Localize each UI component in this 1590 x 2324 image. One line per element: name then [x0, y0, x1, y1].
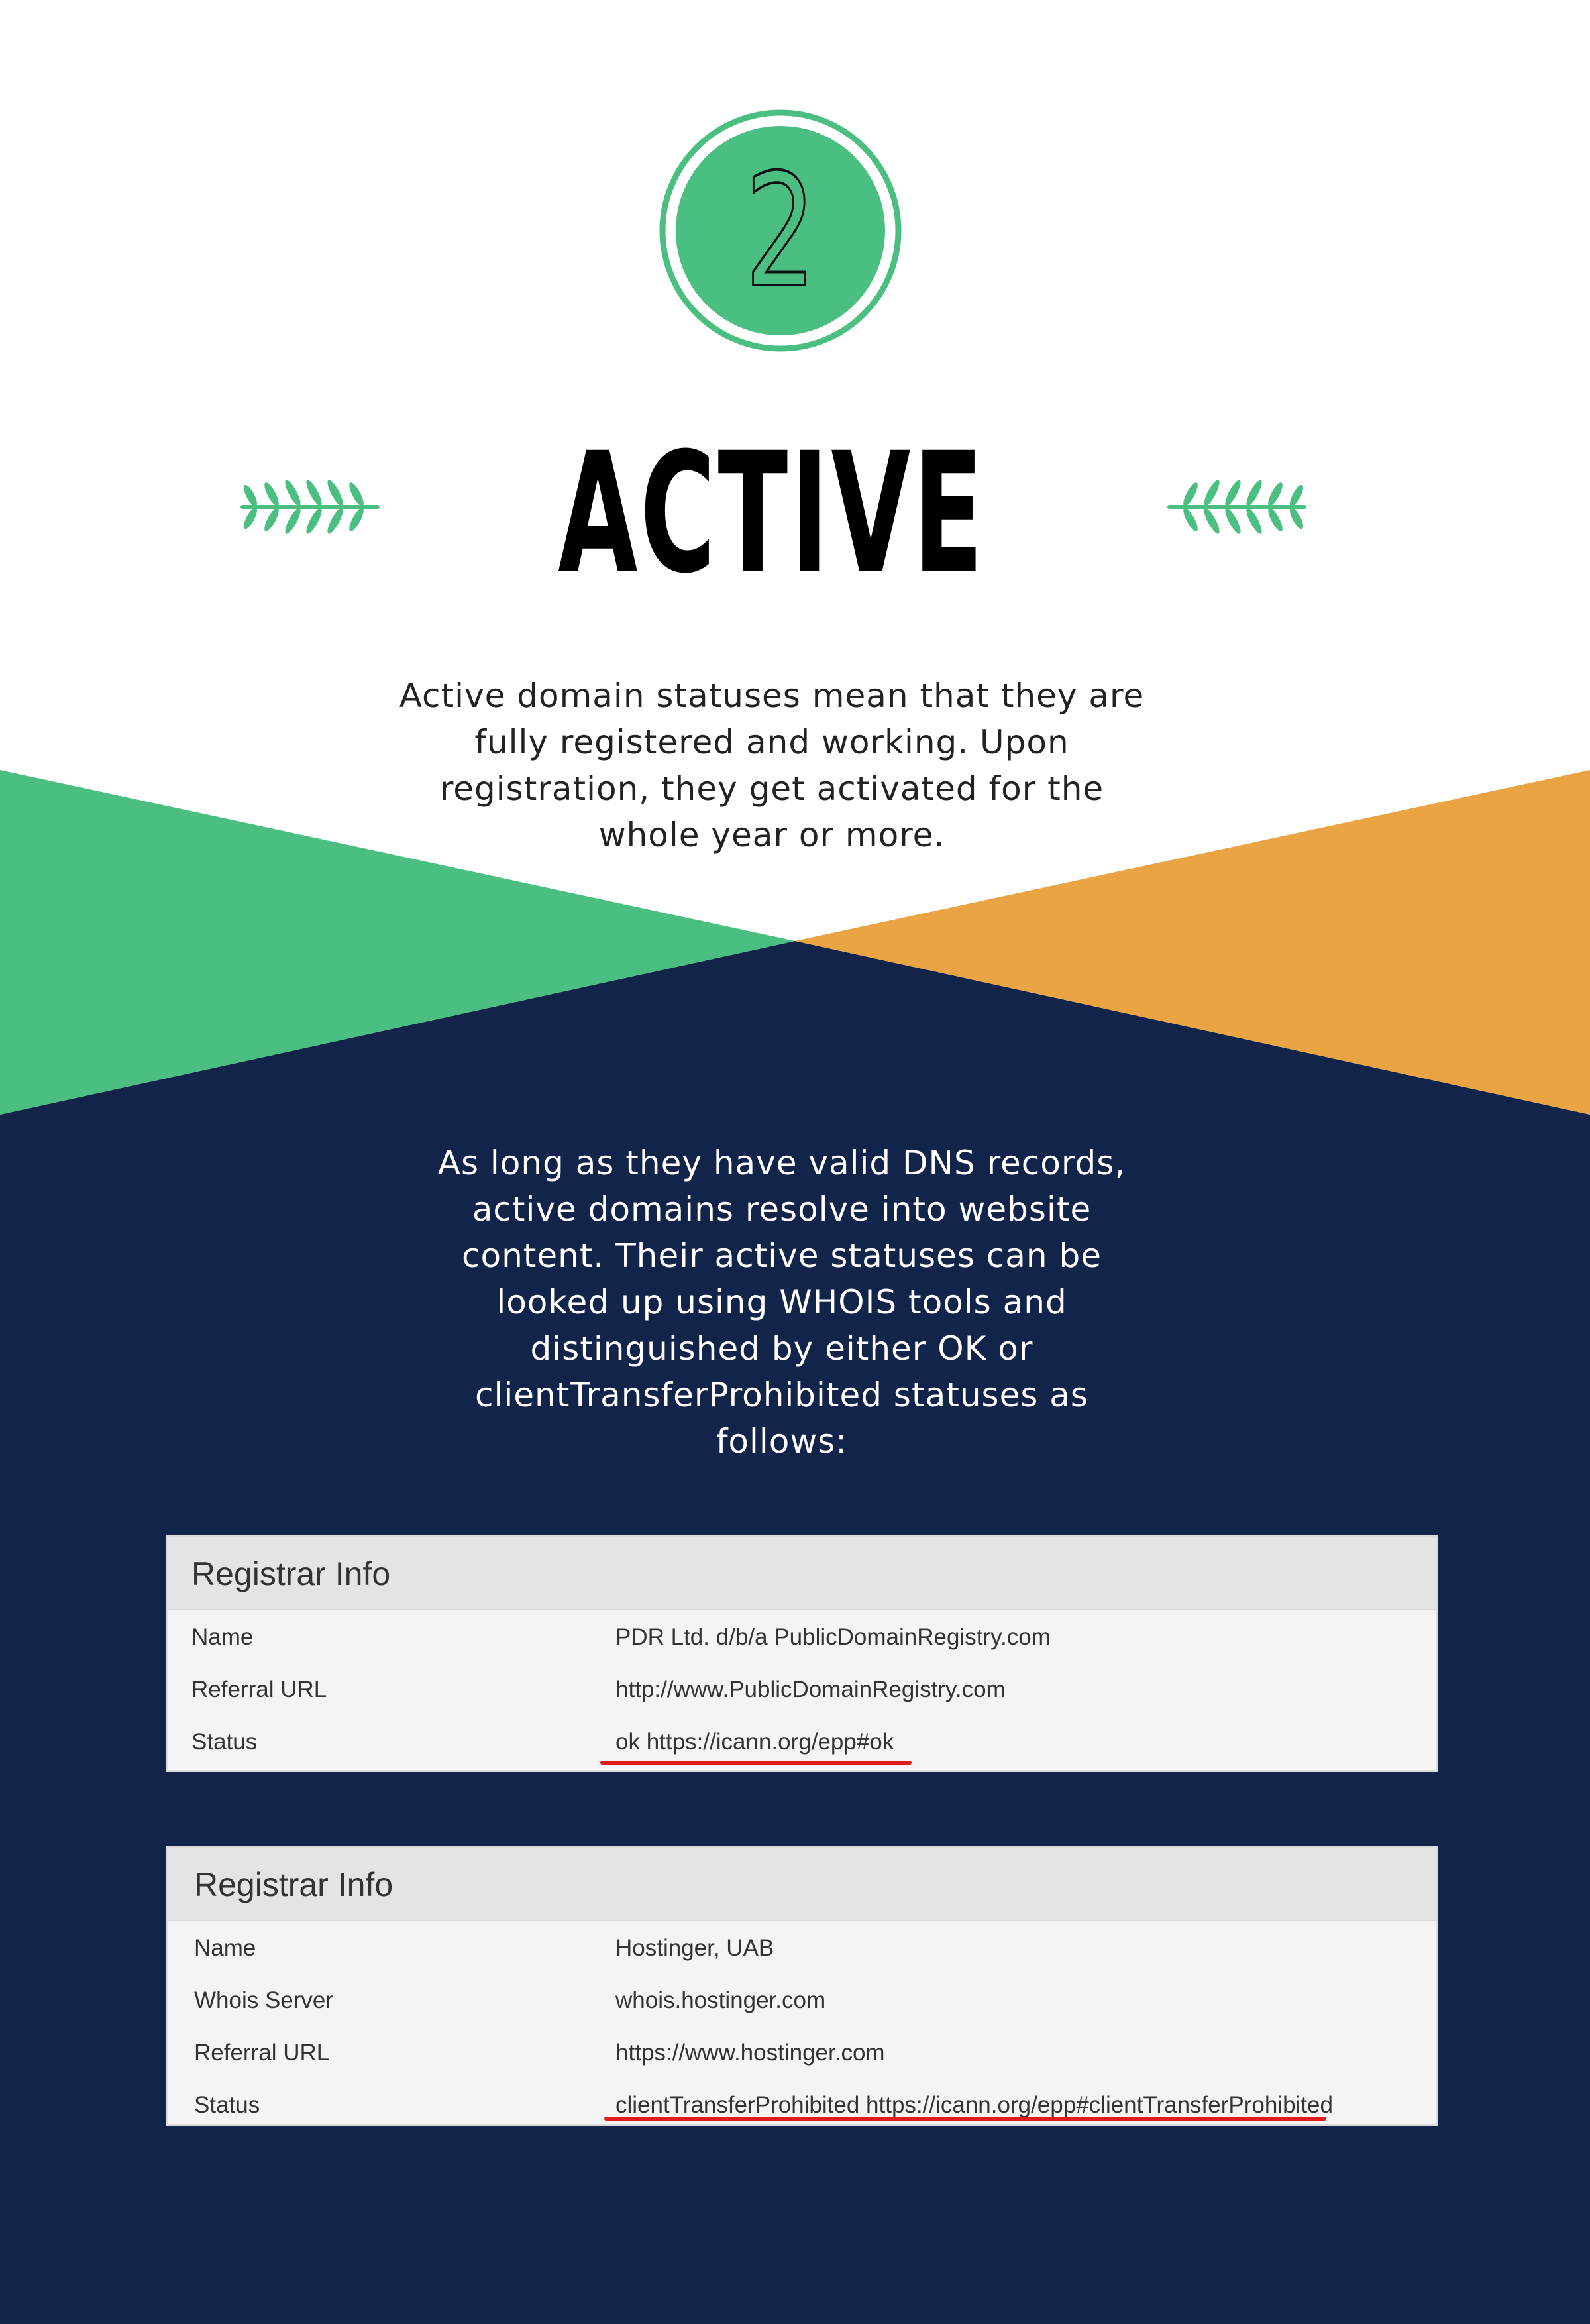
info-row-name: Name Hostinger, UAB: [168, 1922, 1436, 1974]
page-title: ACTIVE: [558, 417, 986, 610]
row-value: http://www.PublicDomainRegistry.com: [615, 1677, 1006, 1702]
registrar-info-panel-2: Registrar Info Name Hostinger, UAB Whois…: [166, 1846, 1438, 2126]
step-number-badge: 2: [659, 109, 902, 352]
row-label: Referral URL: [191, 1677, 327, 1702]
row-label: Name: [194, 1935, 256, 1961]
row-value: whois.hostinger.com: [615, 1987, 826, 2013]
laurel-right-icon: [1167, 480, 1306, 534]
row-label: Status: [194, 2092, 260, 2118]
step-number: 2: [745, 141, 816, 322]
row-value-status: clientTransferProhibited https://icann.o…: [615, 2092, 1333, 2118]
info-row-name: Name PDR Ltd. d/b/a PublicDomainRegistry…: [168, 1611, 1436, 1663]
info-row-status: Status clientTransferProhibited https://…: [168, 2079, 1436, 2131]
row-label: Name: [191, 1624, 254, 1650]
info-row-referral-url: Referral URL https://www.hostinger.com: [168, 2026, 1436, 2079]
status-highlight-underline-2: [604, 2117, 1326, 2121]
status-highlight-underline-1: [600, 1761, 912, 1765]
row-label: Whois Server: [194, 1987, 334, 2013]
row-value: Hostinger, UAB: [615, 1935, 774, 1961]
info-row-referral-url: Referral URL http://www.PublicDomainRegi…: [168, 1663, 1436, 1716]
row-value: https://www.hostinger.com: [615, 2040, 885, 2066]
details-paragraph: As long as they have valid DNS records, …: [437, 1144, 1126, 1461]
panel-title: Registrar Info: [168, 1537, 1436, 1610]
intro-paragraph: Active domain statuses mean that they ar…: [399, 677, 1145, 854]
row-value: PDR Ltd. d/b/a PublicDomainRegistry.com: [615, 1624, 1051, 1650]
panel-title: Registrar Info: [168, 1848, 1436, 1921]
row-label: Status: [191, 1729, 258, 1755]
registrar-info-panel-1: Registrar Info Name PDR Ltd. d/b/a Publi…: [166, 1535, 1438, 1772]
row-label: Referral URL: [194, 2040, 330, 2066]
info-row-whois-server: Whois Server whois.hostinger.com: [168, 1974, 1436, 2026]
laurel-left-icon: [240, 480, 380, 534]
